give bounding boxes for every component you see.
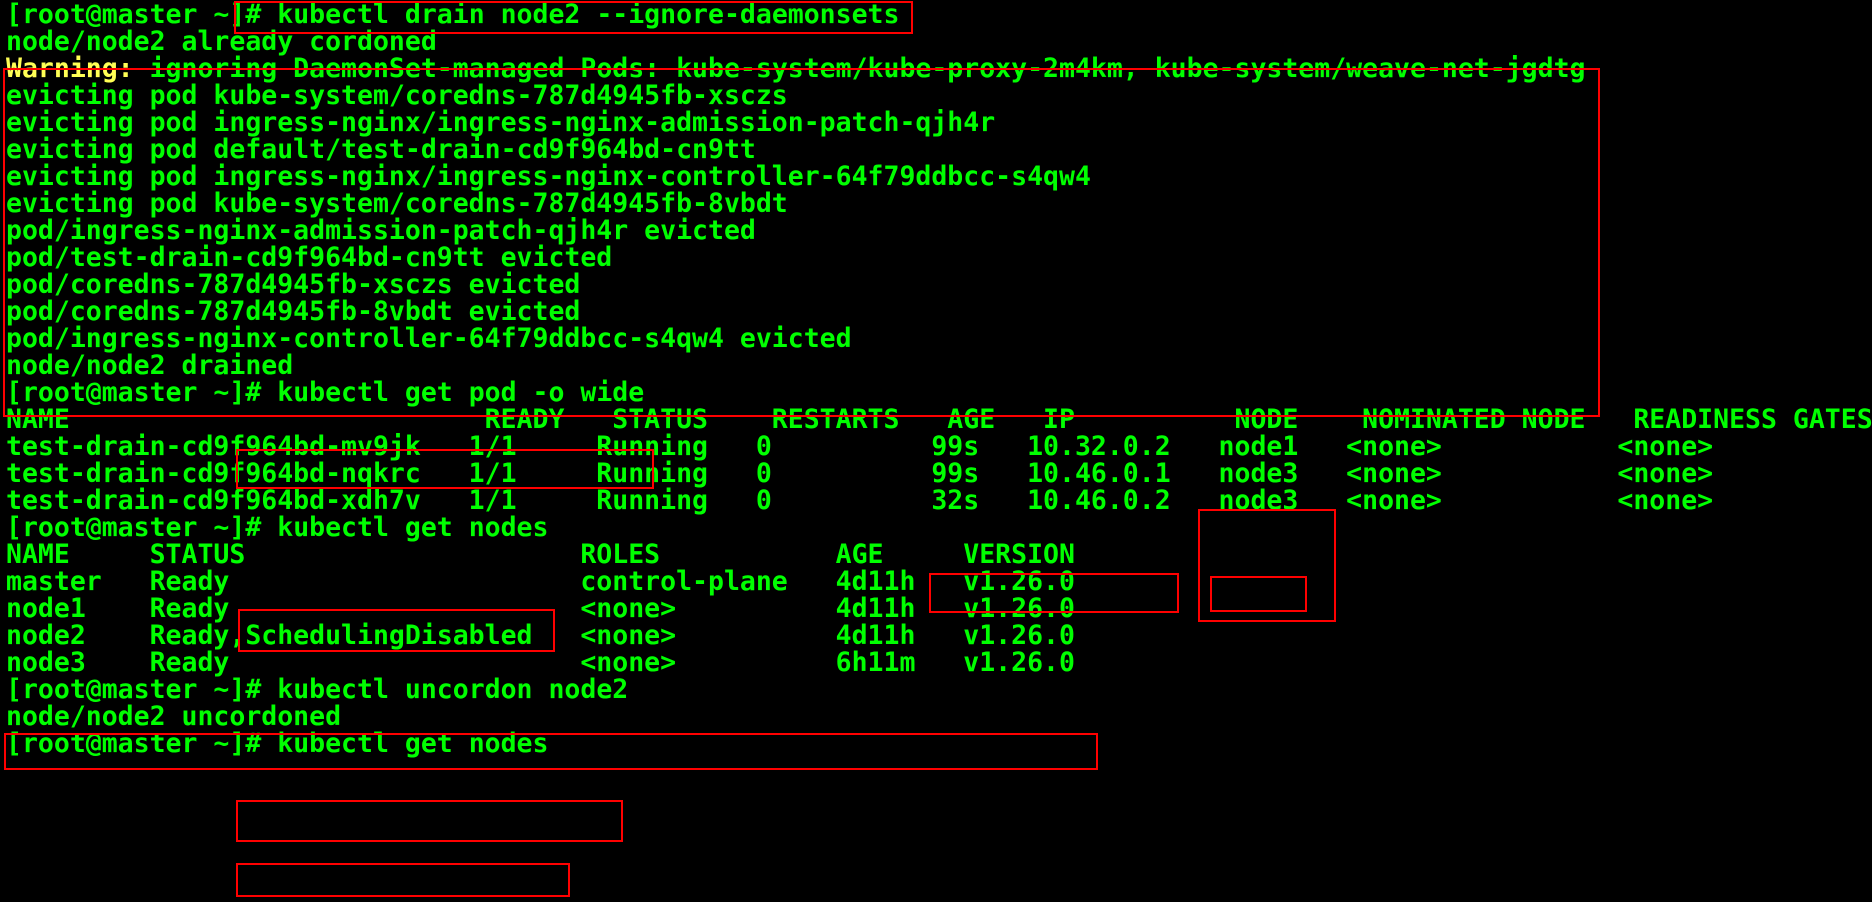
highlight-box-get-nodes-command-2 xyxy=(236,863,570,897)
highlight-box-eviction-output xyxy=(3,68,1600,417)
highlight-box-node2-row xyxy=(4,733,1098,770)
highlight-box-drain-command xyxy=(234,1,913,34)
terminal-window[interactable]: [root@master ~]# kubectl drain node2 --i… xyxy=(0,0,1872,902)
highlight-box-get-nodes-command xyxy=(238,609,555,652)
highlight-box-node3 xyxy=(1210,576,1307,612)
highlight-box-get-pod-command xyxy=(236,449,654,489)
highlight-box-uncordon-command xyxy=(236,800,623,842)
highlight-box-age-ip xyxy=(929,573,1179,613)
